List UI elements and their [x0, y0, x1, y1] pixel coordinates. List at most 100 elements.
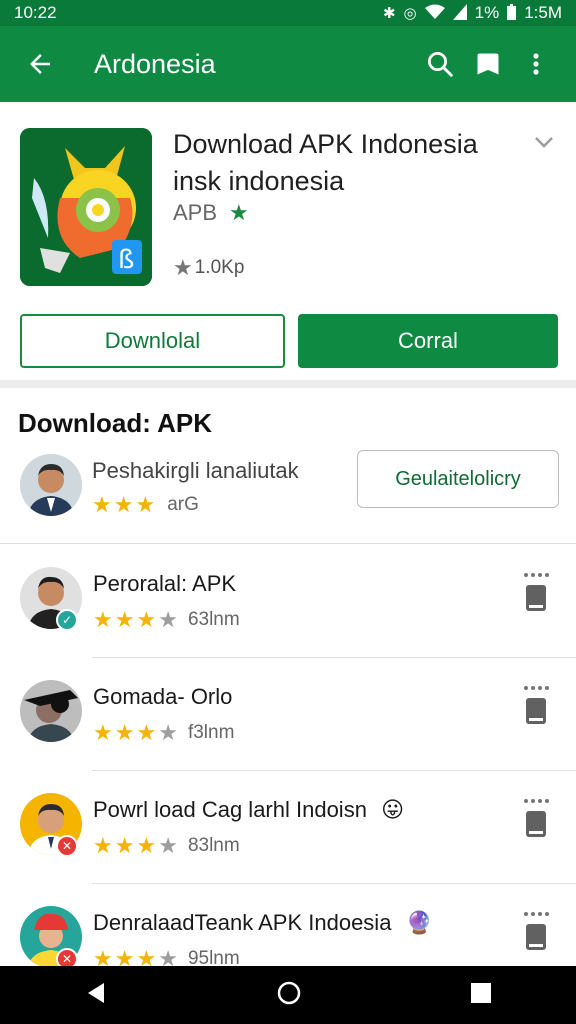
emoji-icon: 😛 [381, 797, 404, 822]
list-item-title-text: DenralaadTeank APK Indoesia [93, 910, 392, 935]
app-bar: Ardonesia [0, 26, 576, 102]
star-icon: ★ [136, 720, 157, 745]
status-time: 10:22 [14, 3, 57, 22]
alarm-icon: ◎ [403, 4, 417, 22]
list-item-rating: ★ ★ ★ ★ 83lnm [93, 835, 240, 857]
back-arrow-icon [30, 54, 50, 74]
list-item-meta: f3lnm [187, 722, 235, 743]
back-button[interactable] [16, 40, 64, 88]
star-icon: ★ [158, 833, 178, 858]
signal-icon [452, 3, 467, 23]
app-list: ✓ Peroralal: APK ★ ★ ★ ★ 63lnm Gomada- O… [0, 545, 576, 997]
app-icon[interactable]: ß [20, 128, 152, 286]
overflow-menu-icon [533, 53, 539, 75]
list-item-rating: ★ ★ ★ ★ f3lnm [93, 722, 234, 744]
battery-icon [507, 3, 517, 23]
status-clock-right: 1:5M [524, 3, 562, 22]
developer-name[interactable]: APB [173, 200, 217, 226]
list-item-title: Powrl load Cag larhl Indoisn 😛 [93, 797, 404, 823]
list-item[interactable]: Gomada- Orlo ★ ★ ★ ★ f3lnm [0, 658, 576, 771]
star-icon: ★ [114, 607, 135, 632]
recents-square-icon [471, 982, 491, 1003]
star-icon: ★ [114, 833, 135, 858]
emoji-icon: 🔮 [405, 910, 433, 935]
list-item[interactable]: ✕ Powrl load Cag larhl Indoisn 😛 ★ ★ ★ ★… [0, 771, 576, 884]
star-icon: ★ [136, 833, 157, 858]
star-icon: ★ [93, 607, 113, 632]
star-icon: ★ [158, 607, 178, 632]
expand-button[interactable] [530, 130, 558, 154]
chevron-down-icon [535, 137, 553, 148]
star-icon: ★ [114, 720, 135, 745]
app-logo-graphic: ß [20, 128, 152, 286]
install-action-button[interactable] [522, 684, 550, 730]
svg-text:ß: ß [118, 245, 134, 275]
nav-home-button[interactable] [276, 980, 302, 1011]
install-action-button[interactable] [522, 797, 550, 843]
list-item[interactable]: ✓ Peroralal: APK ★ ★ ★ ★ 63lnm [0, 545, 576, 658]
install-action-button[interactable] [522, 571, 550, 617]
star-icon: ★ [158, 720, 178, 745]
app-rating: ★ 1.0Kp [173, 257, 244, 279]
tool-icon: ✕ [61, 952, 73, 966]
star-icon: ★ [173, 255, 193, 280]
star-icon: ★ [136, 607, 157, 632]
system-nav-bar [0, 966, 576, 1024]
app-name-line-1: Download APK Indonesia [173, 129, 478, 159]
download-icon [524, 912, 549, 950]
download-icon [524, 686, 549, 724]
badge: ✕ [56, 835, 78, 857]
star-icon: ★ [113, 492, 134, 517]
editors-choice-star-icon: ★ [229, 200, 249, 225]
list-item-meta: 63lnm [187, 609, 240, 630]
list-item-title: Peroralal: APK [93, 571, 237, 596]
app-header: ß Download APK Indonesia insk indonesia … [0, 102, 576, 388]
overflow-menu-button[interactable] [512, 40, 560, 88]
search-button[interactable] [416, 40, 464, 88]
app-name: Download APK Indonesia insk indonesia [173, 126, 513, 200]
star-rating: ★ ★ ★ ★ [93, 722, 178, 744]
nav-recents-button[interactable] [470, 982, 492, 1009]
star-rating: ★ ★ ★ ★ [93, 609, 178, 631]
section-item-name: Peshakirgli lanaliutak [92, 458, 299, 483]
install-action-button[interactable] [522, 910, 550, 956]
status-bar: 10:22 ✱ ◎ 1% 1:5M [0, 0, 576, 26]
tool-icon: ✕ [61, 839, 73, 853]
home-circle-icon [277, 981, 301, 1004]
bluetooth-icon: ✱ [382, 4, 396, 22]
star-icon: ★ [93, 720, 113, 745]
rating-text: 1.0Kp [194, 257, 245, 278]
download-outline-button[interactable]: Downlolal [20, 314, 285, 368]
list-item-title: DenralaadTeank APK Indoesia 🔮 [93, 910, 433, 936]
download-icon [524, 573, 549, 611]
section-title: Download: APK [18, 408, 213, 438]
app-name-line-2: insk indonesia [173, 166, 345, 196]
star-rating: ★ ★ ★ [92, 494, 155, 516]
battery-percent: 1% [474, 3, 500, 22]
list-item-title-text: Powrl load Cag larhl Indoisn [93, 797, 367, 822]
section-item-meta: arG [167, 494, 199, 515]
list-item-title: Gomada- Orlo [93, 684, 233, 709]
star-icon: ★ [92, 492, 112, 517]
wifi-icon [424, 4, 445, 23]
avatar[interactable] [20, 454, 82, 516]
bookmark-icon [477, 53, 499, 75]
badge: ✓ [56, 609, 78, 631]
list-item-rating: ★ ★ ★ ★ 63lnm [93, 609, 240, 631]
bookmark-button[interactable] [464, 40, 512, 88]
back-triangle-icon [88, 982, 104, 1003]
star-icon: ★ [93, 833, 113, 858]
app-bar-title: Ardonesia [94, 48, 216, 79]
nav-back-button[interactable] [84, 981, 108, 1010]
wrench-icon: ✓ [61, 613, 73, 627]
section-action-button[interactable]: Geulaitelolicry [357, 450, 559, 508]
search-icon [428, 52, 453, 77]
list-item-meta: 83lnm [187, 835, 240, 856]
download-section: Download: APK Peshakirgli lanaliutak ★ ★… [0, 388, 576, 544]
star-icon: ★ [135, 492, 156, 517]
download-icon [524, 799, 549, 837]
avatar [20, 680, 82, 742]
status-icons: ✱ ◎ 1% 1:5M [383, 3, 562, 23]
primary-action-button[interactable]: Corral [298, 314, 558, 368]
developer-row: APB ★ [173, 200, 249, 226]
